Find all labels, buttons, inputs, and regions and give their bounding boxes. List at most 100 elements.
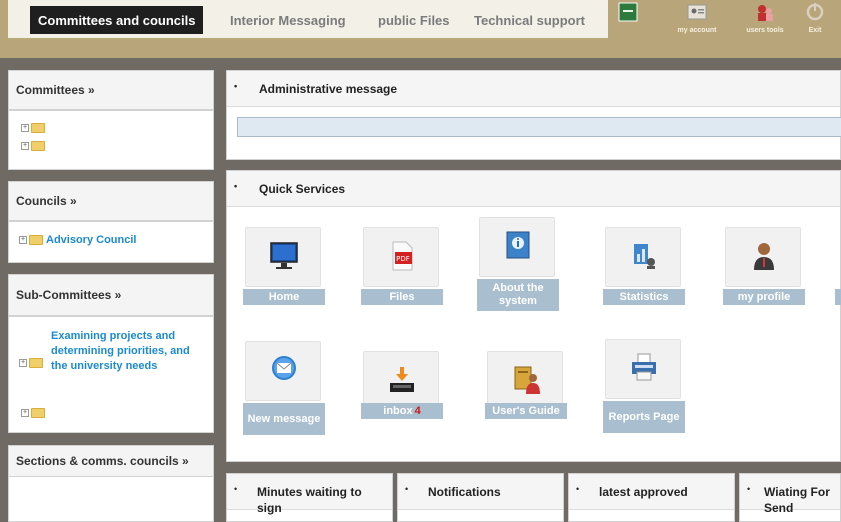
monitor-icon	[270, 242, 298, 269]
about-system-tile-box	[479, 217, 555, 277]
statistics-icon	[634, 244, 655, 269]
bullet-icon: •	[405, 484, 409, 494]
green-logo-icon	[618, 2, 638, 22]
admin-message-header[interactable]: • Administrative message	[227, 71, 840, 107]
committees-header[interactable]: Committees »	[8, 70, 214, 110]
info-icon	[506, 231, 530, 259]
folder-icon	[29, 358, 43, 368]
examining-projects-link[interactable]: Examining projects and determining prior…	[51, 329, 201, 374]
statistics-tile-label: Statistics	[603, 289, 685, 305]
my-profile-tile-box	[725, 227, 801, 287]
users-tools-button[interactable]: users tools	[740, 0, 790, 40]
minutes-waiting-title: Minutes waiting to sign	[257, 485, 362, 515]
committees-tree: + +	[8, 110, 214, 170]
nav-technical-support[interactable]: Technical support	[474, 6, 585, 34]
svg-text:PDF: PDF	[396, 255, 410, 263]
main-nav-bar: Committees and councils Interior Messagi…	[8, 0, 608, 40]
advisory-council-link[interactable]: Advisory Council	[46, 234, 136, 246]
files-tile-box: PDF	[363, 227, 439, 287]
minutes-waiting-panel: • Minutes waiting to sign	[226, 473, 393, 522]
tree-node[interactable]: +	[21, 408, 45, 418]
notifications-title: Notifications	[428, 485, 501, 499]
inbox-tile-box	[363, 351, 439, 411]
admin-message-title: Administrative message	[259, 81, 398, 96]
about-system-tile[interactable]: About the system	[477, 217, 559, 311]
expand-icon[interactable]: +	[21, 124, 29, 132]
partial-tile[interactable]	[835, 227, 841, 317]
inbox-tile[interactable]: inbox 4	[361, 351, 443, 441]
home-tile-box	[245, 227, 321, 287]
exit-button[interactable]: Exit	[790, 0, 840, 40]
tree-node[interactable]: +	[21, 141, 45, 151]
guide-icon	[514, 366, 540, 394]
inbox-count-badge: 4	[414, 404, 421, 417]
expand-icon[interactable]: +	[19, 236, 27, 244]
tree-node[interactable]: +	[19, 358, 43, 368]
admin-message-panel: • Administrative message	[226, 70, 841, 160]
waiting-for-send-title: Wiating For Send	[764, 485, 830, 515]
latest-approved-title: latest approved	[599, 485, 688, 499]
quick-services-title: Quick Services	[259, 181, 346, 196]
bullet-icon: •	[234, 181, 238, 191]
account-icon	[687, 4, 707, 20]
home-tile[interactable]: Home	[243, 227, 325, 317]
nav-interior-messaging[interactable]: Interior Messaging	[230, 6, 346, 34]
reports-page-tile-label: Reports Page	[603, 401, 685, 433]
tree-node-advisory-council[interactable]: + Advisory Council	[19, 234, 136, 246]
statistics-tile-box	[605, 227, 681, 287]
new-message-tile[interactable]: New message	[243, 341, 325, 435]
tree-node[interactable]: +	[21, 123, 45, 133]
folder-icon	[31, 408, 45, 418]
home-logo-button[interactable]	[603, 0, 653, 40]
expand-icon[interactable]: +	[21, 142, 29, 150]
quick-services-header[interactable]: • Quick Services	[227, 171, 840, 207]
statistics-tile[interactable]: Statistics	[603, 227, 685, 317]
pdf-icon: PDF	[392, 241, 413, 271]
councils-tree: + Advisory Council	[8, 221, 214, 263]
latest-approved-panel: • latest approved	[568, 473, 735, 522]
files-tile[interactable]: PDF Files	[361, 227, 443, 317]
my-account-button[interactable]: my account	[672, 0, 722, 40]
notifications-panel: • Notifications	[397, 473, 564, 522]
folder-icon	[29, 235, 43, 245]
printer-icon	[632, 353, 656, 381]
quick-services-panel: • Quick Services Home PDF Files About th…	[226, 170, 841, 462]
files-tile-label: Files	[361, 289, 443, 305]
inbox-tile-label: inbox 4	[361, 403, 443, 419]
admin-message-bar	[237, 117, 841, 137]
partial-tile-label	[835, 289, 841, 305]
waiting-for-send-panel: • Wiating For Send	[739, 473, 841, 522]
new-message-tile-box	[245, 341, 321, 401]
top-banner: Committees and councils Interior Messagi…	[0, 0, 841, 58]
subcommittees-tree: + Examining projects and determining pri…	[8, 316, 214, 433]
bullet-icon: •	[576, 484, 580, 494]
new-message-tile-label: New message	[243, 403, 325, 435]
profile-icon	[754, 243, 774, 270]
mail-icon	[272, 356, 296, 380]
my-profile-tile[interactable]: my profile	[723, 227, 805, 317]
sections-tree	[8, 477, 214, 522]
folder-icon	[31, 141, 45, 151]
bullet-icon: •	[234, 81, 238, 91]
exit-icon	[806, 3, 824, 21]
users-guide-tile[interactable]: User's Guide	[485, 351, 567, 441]
users-icon	[758, 5, 773, 21]
inbox-icon	[390, 367, 414, 392]
users-guide-tile-label: User's Guide	[485, 403, 567, 419]
users-guide-tile-box	[487, 351, 563, 411]
expand-icon[interactable]: +	[21, 409, 29, 417]
bullet-icon: •	[234, 484, 238, 494]
nav-committees-councils[interactable]: Committees and councils	[30, 6, 204, 34]
nav-public-files[interactable]: public Files	[378, 6, 450, 34]
bullet-icon: •	[747, 484, 751, 494]
about-system-tile-label: About the system	[477, 279, 559, 311]
home-tile-label: Home	[243, 289, 325, 305]
my-profile-tile-label: my profile	[723, 289, 805, 305]
folder-icon	[31, 123, 45, 133]
sections-header[interactable]: Sections & comms. councils »	[8, 445, 214, 477]
reports-page-tile-box	[605, 339, 681, 399]
councils-header[interactable]: Councils »	[8, 181, 214, 221]
reports-page-tile[interactable]: Reports Page	[603, 339, 685, 433]
expand-icon[interactable]: +	[19, 359, 27, 367]
subcommittees-header[interactable]: Sub-Committees »	[8, 274, 214, 316]
